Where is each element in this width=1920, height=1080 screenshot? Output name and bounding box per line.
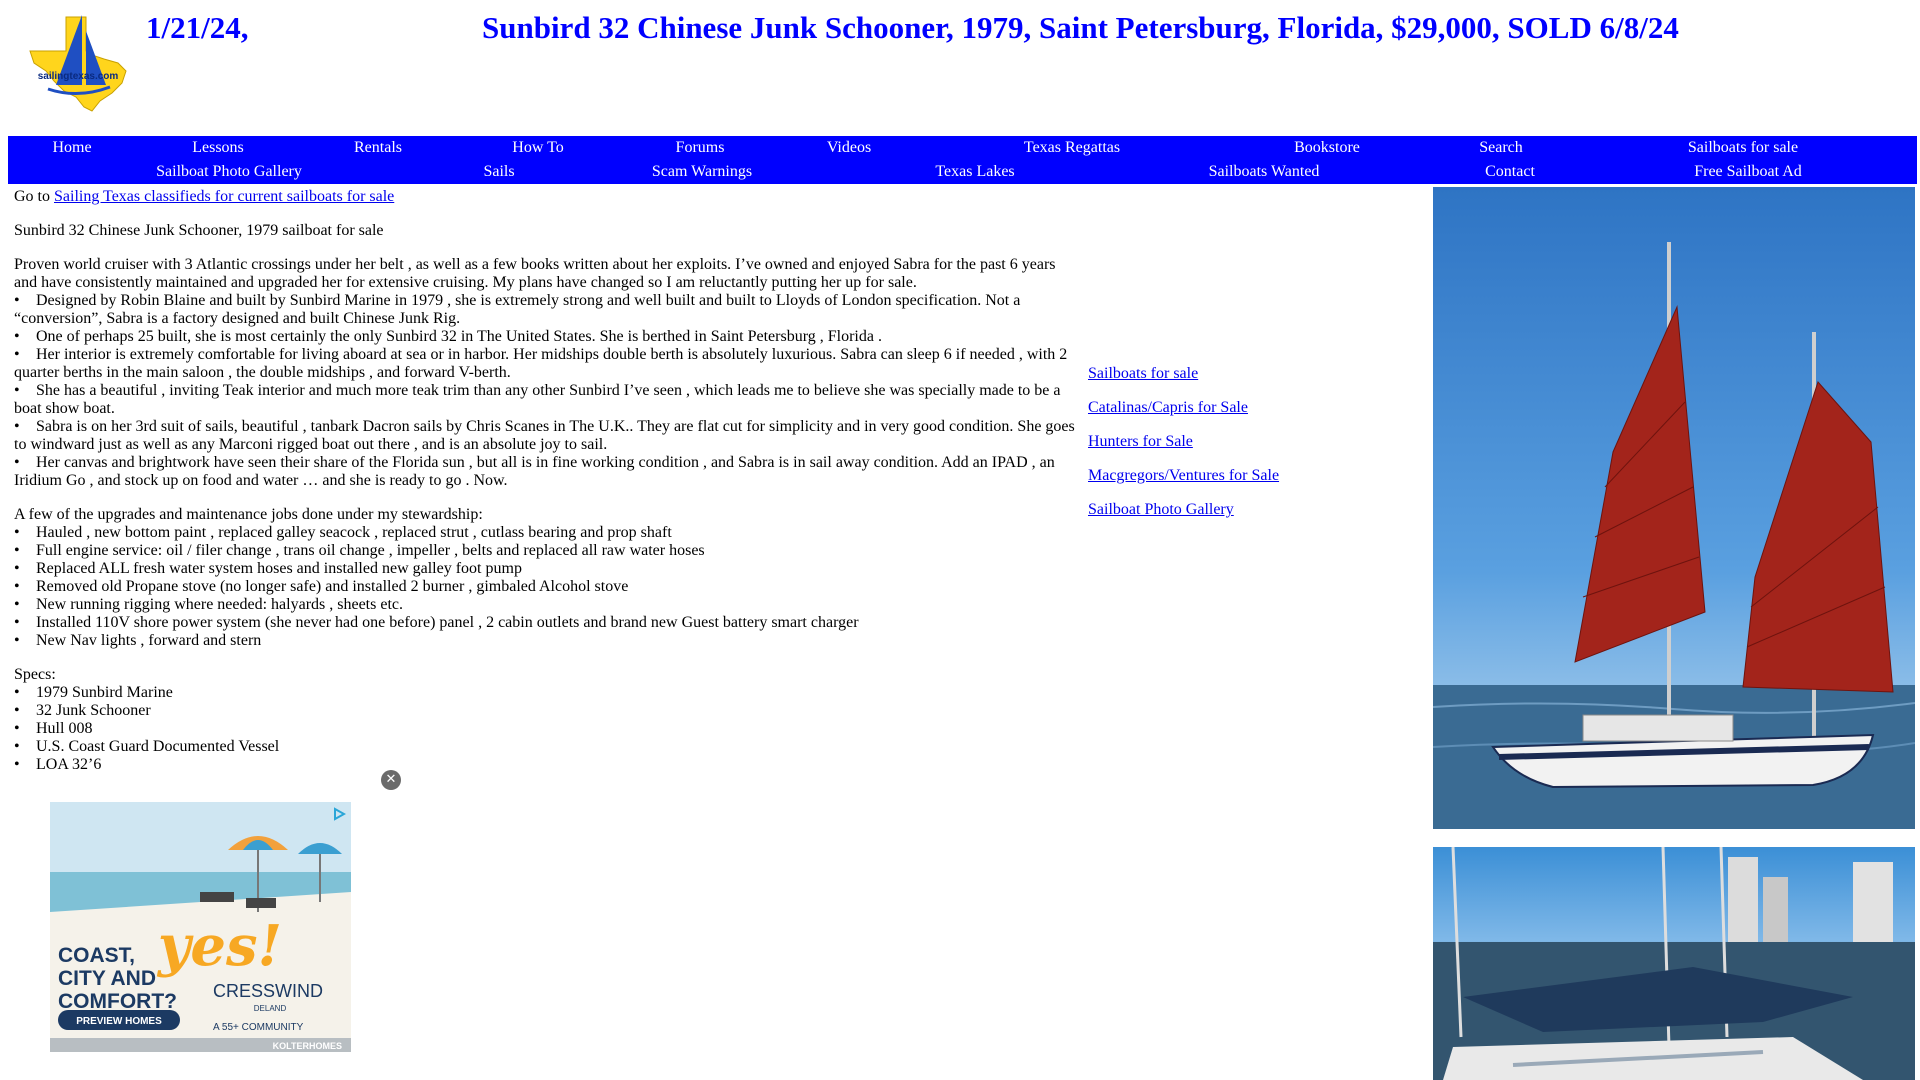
nav-sailboats-for-sale[interactable]: Sailboats for sale [1688,139,1798,157]
nav-search[interactable]: Search [1479,139,1523,157]
feature-list: • Designed by Robin Blaine and built by S… [14,292,1078,490]
adchoices-icon[interactable] [332,807,346,821]
close-icon[interactable]: ✕ [381,770,401,790]
list-item: • Removed old Propane stove (no longer sa… [14,578,629,595]
nav-sails[interactable]: Sails [483,163,514,181]
posted-date: 1/21/24, [146,10,249,45]
ad-yes: yes! [156,913,282,979]
advertisement[interactable]: COAST, CITY AND COMFORT? yes! CRESSWIND … [50,802,351,1052]
ad-brand: CRESSWIND [213,981,323,1001]
nav-row-1: Home Lessons Rentals How To Forums Video… [8,136,1917,160]
side-link-photo-gallery[interactable]: Sailboat Photo Gallery [1088,501,1279,519]
nav-lessons[interactable]: Lessons [192,139,244,157]
list-item: • Full engine service: oil / filer change… [14,542,705,559]
side-link-catalinas-capris[interactable]: Catalinas/Capris for Sale [1088,399,1279,417]
boat-photo-sailing [1433,187,1915,829]
list-item: • 32 Junk Schooner [14,702,151,719]
list-item: • New running rigging where needed: halya… [14,596,403,613]
list-item: • Installed 110V shore power system (she … [14,614,859,631]
list-item: • She has a beautiful , inviting Teak int… [14,382,1061,417]
ad-headline: COAST, [58,944,135,967]
classifieds-link[interactable]: Sailing Texas classifieds for current sa… [54,188,394,205]
nav-photo-gallery[interactable]: Sailboat Photo Gallery [156,163,302,181]
upgrades-list: • Hauled , new bottom paint , replaced ga… [14,524,1078,650]
nav-videos[interactable]: Videos [827,139,871,157]
goto-line: Go to Sailing Texas classifieds for curr… [14,188,395,205]
svg-text:COMFORT?: COMFORT? [58,990,177,1013]
ad-community: A 55+ COMMUNITY [213,1022,304,1033]
list-item: • U.S. Coast Guard Documented Vessel [14,738,280,755]
boat-photo-marina [1433,847,1915,1080]
list-item: • LOA 32’6 [14,756,102,773]
ad-cta: PREVIEW HOMES [76,1016,162,1027]
side-link-hunters[interactable]: Hunters for Sale [1088,433,1279,451]
list-item: • Sabra is on her 3rd suit of sails, beau… [14,418,1075,453]
side-link-sailboats-for-sale[interactable]: Sailboats for sale [1088,365,1279,383]
list-item: • Hauled , new bottom paint , replaced ga… [14,524,672,541]
list-item: • 1979 Sunbird Marine [14,684,173,701]
nav-texas-regattas[interactable]: Texas Regattas [1024,139,1120,157]
list-item: • Designed by Robin Blaine and built by S… [14,292,1021,327]
nav-bookstore[interactable]: Bookstore [1294,139,1360,157]
nav-texas-lakes[interactable]: Texas Lakes [935,163,1014,181]
nav-scam-warnings[interactable]: Scam Warnings [652,163,752,181]
nav-home[interactable]: Home [52,139,91,157]
nav-free-sailboat-ad[interactable]: Free Sailboat Ad [1694,163,1802,181]
main-nav: Home Lessons Rentals How To Forums Video… [8,136,1917,184]
nav-rentals[interactable]: Rentals [354,139,402,157]
list-item: • Hull 008 [14,720,93,737]
ad-brand-sub: DELAND [254,1004,287,1013]
nav-sailboats-wanted[interactable]: Sailboats Wanted [1209,163,1320,181]
logo-text: sailingtexas.com [38,71,119,82]
list-item: • Her interior is extremely comfortable f… [14,346,1068,381]
list-item: • Replaced ALL fresh water system hoses a… [14,560,522,577]
nav-contact[interactable]: Contact [1485,163,1535,181]
sailingtexas-logo[interactable]: sailingtexas.com [26,11,130,113]
nav-row-2: Sailboat Photo Gallery Sails Scam Warnin… [8,160,1917,184]
side-link-macgregors-ventures[interactable]: Macgregors/Ventures for Sale [1088,467,1279,485]
intro-paragraph: Proven world cruiser with 3 Atlantic cro… [14,256,1056,291]
svg-text:CITY AND: CITY AND [58,967,156,990]
nav-forums[interactable]: Forums [676,139,725,157]
specs-heading: Specs: [14,666,56,683]
specs-list: • 1979 Sunbird Marine • 32 Junk Schooner •… [14,684,1078,774]
listing-subtitle: Sunbird 32 Chinese Junk Schooner, 1979 s… [14,222,384,239]
list-item: • New Nav lights , forward and stern [14,632,262,649]
upgrades-heading: A few of the upgrades and maintenance jo… [14,506,483,523]
nav-how-to[interactable]: How To [512,139,563,157]
ad-builder: KOLTERHOMES [273,1041,342,1051]
list-item: • Her canvas and brightwork have seen the… [14,454,1055,489]
side-links: Sailboats for sale Catalinas/Capris for … [1088,365,1279,535]
list-item: • One of perhaps 25 built, she is most ce… [14,328,882,345]
listing-content: Go to Sailing Texas classifieds for curr… [14,188,1078,774]
page-title: Sunbird 32 Chinese Junk Schooner, 1979, … [482,10,1679,45]
